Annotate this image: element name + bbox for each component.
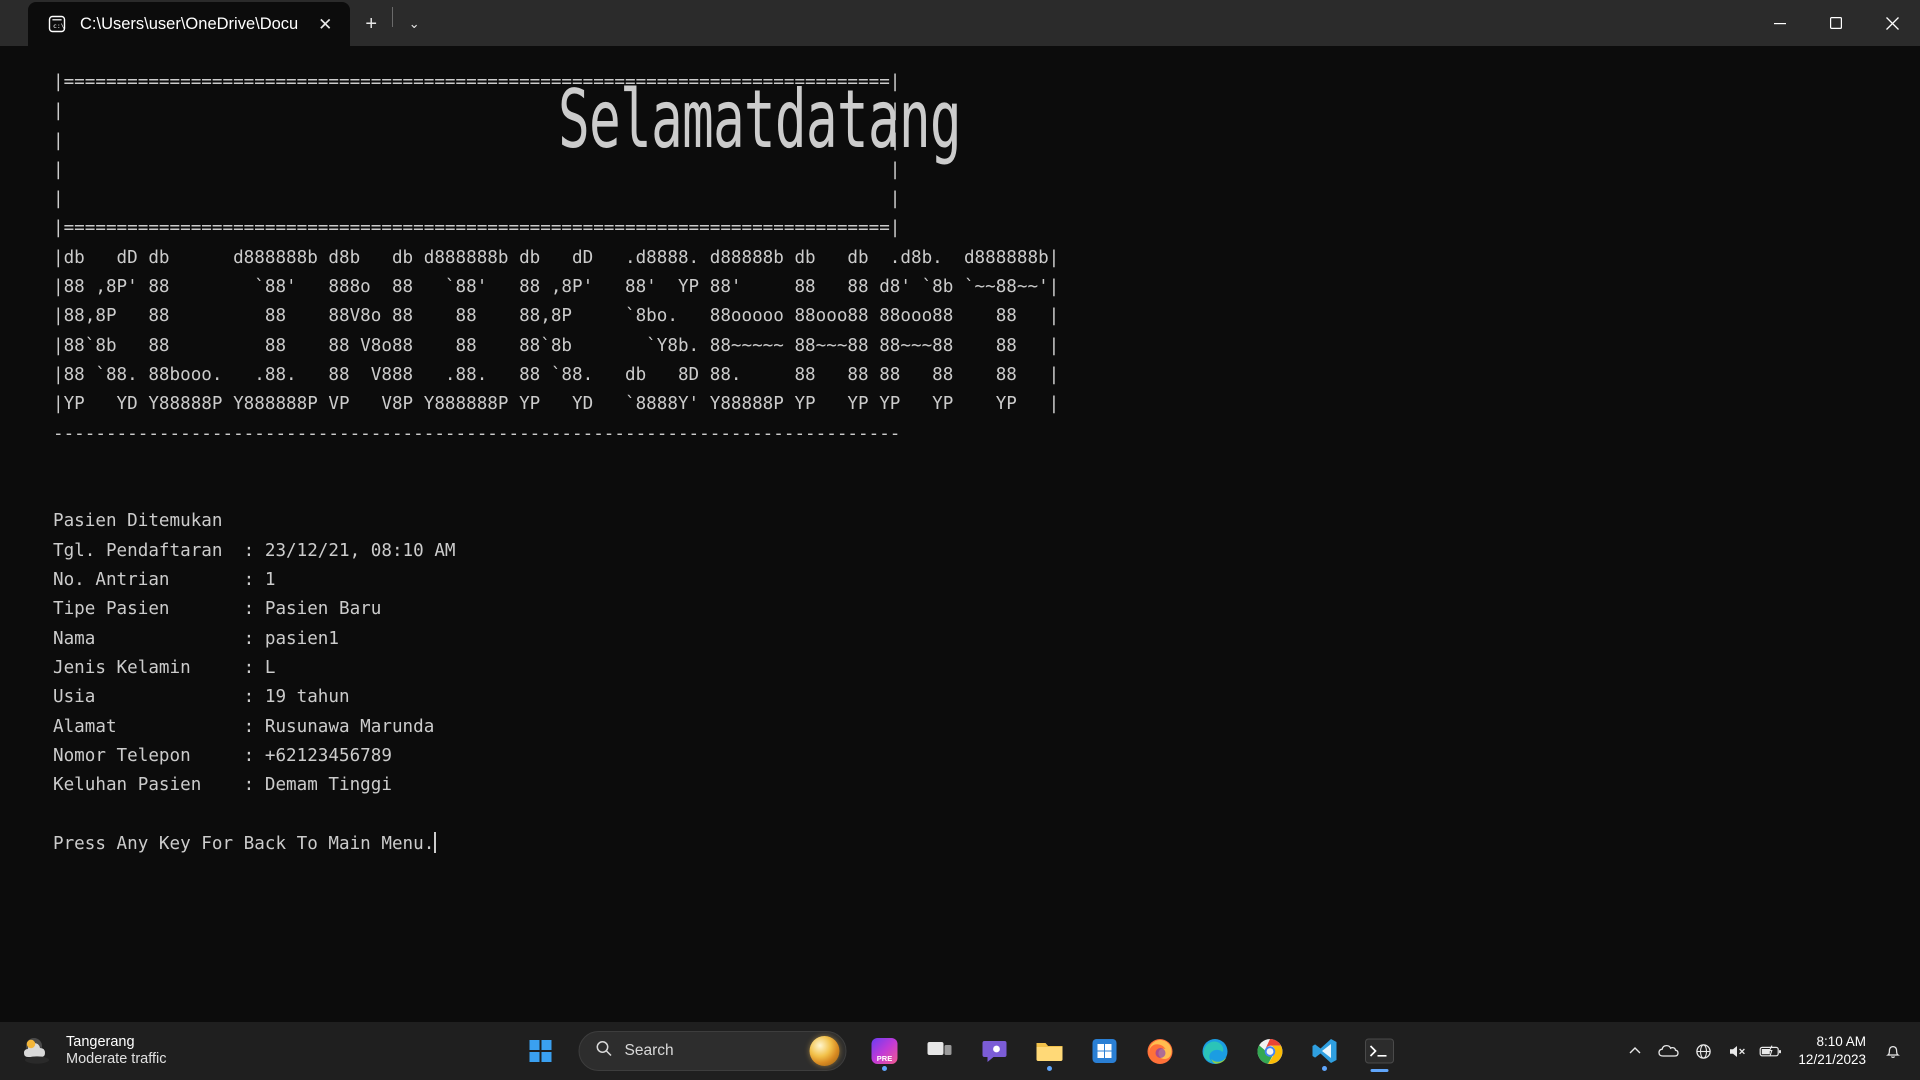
weather-widget[interactable]: Tangerang Moderate traffic <box>0 1034 330 1067</box>
weather-condition: Moderate traffic <box>66 1051 167 1067</box>
search-icon <box>596 1040 613 1062</box>
patient-status-line: Pasien Ditemukan <box>53 511 223 532</box>
clock[interactable]: 8:10 AM 12/21/2023 <box>1790 1033 1876 1069</box>
terminal-tab[interactable]: c:\ C:\Users\user\OneDrive\Docu ✕ <box>28 2 351 46</box>
window-controls <box>1752 0 1920 46</box>
start-button[interactable] <box>518 1028 564 1074</box>
volume-muted-icon[interactable] <box>1722 1034 1752 1068</box>
search-box[interactable]: Search <box>578 1031 847 1071</box>
terminal-content: |=======================================… <box>0 68 1920 859</box>
welcome-banner: |=======================================… <box>53 68 1920 244</box>
copilot-orb-icon[interactable] <box>809 1036 840 1066</box>
taskbar: Tangerang Moderate traffic Search PRE 8:… <box>0 1022 1920 1080</box>
prompt-text: Press Any Key For Back To Main Menu. <box>53 833 435 854</box>
patient-detail-list: Tgl. Pendaftaran : 23/12/21, 08:10 AM No… <box>53 540 456 796</box>
minimize-button[interactable] <box>1752 0 1808 46</box>
ascii-art-logo: |db dD db d888888b d8b db d888888b db dD… <box>53 247 1060 415</box>
weather-cloud-icon <box>22 1035 56 1067</box>
banner-title-text: Selamatdatang <box>558 72 962 167</box>
weather-city: Tangerang <box>66 1034 135 1051</box>
taskbar-center: Search PRE <box>518 1028 1403 1074</box>
title-bar: c:\ C:\Users\user\OneDrive\Docu ✕ + ⌄ <box>0 0 1920 46</box>
banner-bottom-rule: ----------------------------------------… <box>53 423 901 444</box>
taskbar-item-windows-terminal[interactable] <box>1357 1028 1403 1074</box>
taskbar-item-microsoft-edge[interactable] <box>1192 1028 1238 1074</box>
taskbar-item-vs-code[interactable] <box>1302 1028 1348 1074</box>
weather-text: Tangerang Moderate traffic <box>66 1034 166 1067</box>
clock-date: 12/21/2023 <box>1798 1052 1866 1067</box>
taskbar-item-chat-teams[interactable] <box>972 1028 1018 1074</box>
clock-time: 8:10 AM <box>1816 1033 1866 1049</box>
tab-close-icon[interactable]: ✕ <box>310 9 340 39</box>
taskbar-item-file-explorer[interactable] <box>1027 1028 1073 1074</box>
chevron-up-icon[interactable] <box>1620 1034 1650 1068</box>
battery-icon[interactable] <box>1756 1034 1786 1068</box>
tab-strip: c:\ C:\Users\user\OneDrive\Docu ✕ + ⌄ <box>0 0 435 46</box>
tab-title: C:\Users\user\OneDrive\Docu <box>80 14 299 33</box>
text-cursor <box>434 831 437 853</box>
chevron-down-icon[interactable]: ⌄ <box>393 2 435 46</box>
close-button[interactable] <box>1864 0 1920 46</box>
taskbar-item-firefox[interactable] <box>1137 1028 1183 1074</box>
svg-text:c:\: c:\ <box>53 22 65 30</box>
onedrive-icon[interactable] <box>1654 1034 1684 1068</box>
console-cmd-icon: c:\ <box>46 13 68 35</box>
svg-text:PRE: PRE <box>877 1054 892 1063</box>
taskbar-item-microsoft-store[interactable] <box>1082 1028 1128 1074</box>
terminal-surface[interactable]: |=======================================… <box>0 46 1920 1022</box>
press-any-key-prompt: Press Any Key For Back To Main Menu. <box>53 830 1920 859</box>
network-globe-icon[interactable] <box>1688 1034 1718 1068</box>
system-tray: 8:10 AM 12/21/2023 <box>1620 1022 1920 1080</box>
new-tab-button[interactable]: + <box>350 2 392 46</box>
banner-frame: |=======================================… <box>53 72 901 239</box>
taskbar-item-google-chrome[interactable] <box>1247 1028 1293 1074</box>
taskbar-item-task-view[interactable] <box>917 1028 963 1074</box>
taskbar-item-premiere-pro[interactable]: PRE <box>862 1028 908 1074</box>
search-input[interactable]: Search <box>625 1042 798 1060</box>
maximize-button[interactable] <box>1808 0 1864 46</box>
bell-icon[interactable] <box>1880 1034 1906 1068</box>
